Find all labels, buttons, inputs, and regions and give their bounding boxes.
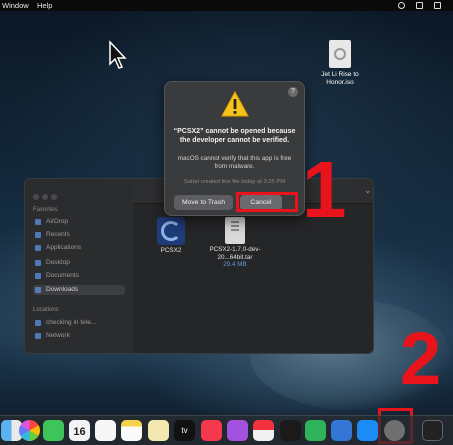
move-to-trash-button[interactable]: Move to Trash (174, 195, 233, 210)
news-icon[interactable] (253, 420, 274, 441)
network-icon (35, 333, 41, 339)
notes-icon[interactable] (121, 420, 142, 441)
alert-message: macOS cannot verify that this app is fre… (177, 155, 292, 170)
warning-icon (221, 91, 249, 117)
zoom-button[interactable] (51, 194, 57, 200)
keynote-icon[interactable] (331, 420, 352, 441)
sidebar-item-disk[interactable]: checking in tele... (33, 318, 125, 328)
sidebar-item-recents[interactable]: Recents (33, 230, 125, 240)
desktop-icon (35, 260, 41, 266)
file-size: 29.4 MB (223, 261, 247, 268)
desktop-iso-file[interactable]: Jet Li Rise to Honor.iso (312, 40, 368, 87)
numbers-icon[interactable] (305, 420, 326, 441)
screen-record-icon[interactable] (416, 2, 423, 9)
window-controls[interactable] (33, 187, 60, 205)
annotation-step-2: 2 (400, 317, 442, 400)
disk-icon (35, 320, 41, 326)
sidebar-heading-favorites: Favorites (33, 207, 58, 213)
download-icon (35, 287, 41, 293)
alert-note: Safari created this file today at 3:25 P… (183, 179, 286, 185)
sidebar-item-desktop[interactable]: Desktop (33, 258, 125, 268)
airdrop-icon (35, 219, 41, 225)
sidebar-item-applications[interactable]: Applications (33, 243, 125, 253)
podcasts-icon[interactable] (227, 420, 248, 441)
tv-label: tv (181, 426, 188, 435)
mouse-pointer-icon (109, 40, 127, 69)
appstore-icon[interactable] (357, 420, 378, 441)
file-pcsx2-tar[interactable]: PCSX2-1.7.0-dev-20...64bit.tar 29.4 MB (205, 217, 265, 269)
music-icon[interactable] (201, 420, 222, 441)
disk-image-icon (329, 40, 351, 68)
file-pcsx2-app[interactable]: PCSX2 (151, 217, 191, 255)
annotation-step-1: 1 (302, 145, 347, 234)
calendar-icon[interactable]: 16 (69, 420, 90, 441)
sidebar-item-documents[interactable]: Documents (33, 271, 125, 281)
status-circle-icon[interactable] (398, 2, 405, 9)
menu-help[interactable]: Help (37, 0, 52, 11)
annotation-box-cancel (236, 192, 298, 212)
clock-icon (35, 232, 41, 238)
terminal-icon[interactable] (422, 420, 443, 441)
pcsx2-dock-icon[interactable] (384, 420, 405, 441)
file-name: PCSX2 (160, 247, 182, 254)
sidebar-item-downloads[interactable]: Downloads (33, 285, 125, 295)
tv-icon[interactable]: tv (174, 420, 195, 441)
menu-bar: Window Help (0, 0, 453, 11)
document-icon (35, 273, 41, 279)
help-button[interactable]: ? (288, 87, 298, 97)
reminders-icon[interactable] (95, 420, 116, 441)
control-center-icon[interactable] (434, 2, 441, 9)
menu-window[interactable]: Window (2, 0, 29, 11)
sidebar-heading-locations: Locations (33, 307, 59, 313)
minimize-button[interactable] (42, 194, 48, 200)
finder-sidebar: Favorites AirDrop Recents Applications D… (25, 179, 134, 353)
dock: 16 tv (0, 415, 453, 445)
sidebar-item-airdrop[interactable]: AirDrop (33, 217, 125, 227)
archive-icon (225, 217, 245, 244)
notes-2-icon[interactable] (148, 420, 169, 441)
sidebar-item-network[interactable]: Network (33, 331, 125, 341)
applications-icon (35, 245, 41, 251)
alert-title: “PCSX2” cannot be opened because the dev… (173, 128, 296, 144)
file-name: PCSX2-1.7.0-dev-20...64bit.tar (209, 246, 261, 261)
calendar-day: 16 (73, 426, 86, 438)
close-button[interactable] (33, 194, 39, 200)
pcsx2-app-icon (157, 217, 185, 245)
desktop-file-name: Jet Li Rise to Honor.iso (321, 71, 359, 86)
stocks-icon[interactable] (280, 420, 301, 441)
photos-icon[interactable] (19, 420, 40, 441)
chevron-down-icon[interactable]: ⌄ (364, 185, 372, 196)
facetime-icon[interactable] (43, 420, 64, 441)
